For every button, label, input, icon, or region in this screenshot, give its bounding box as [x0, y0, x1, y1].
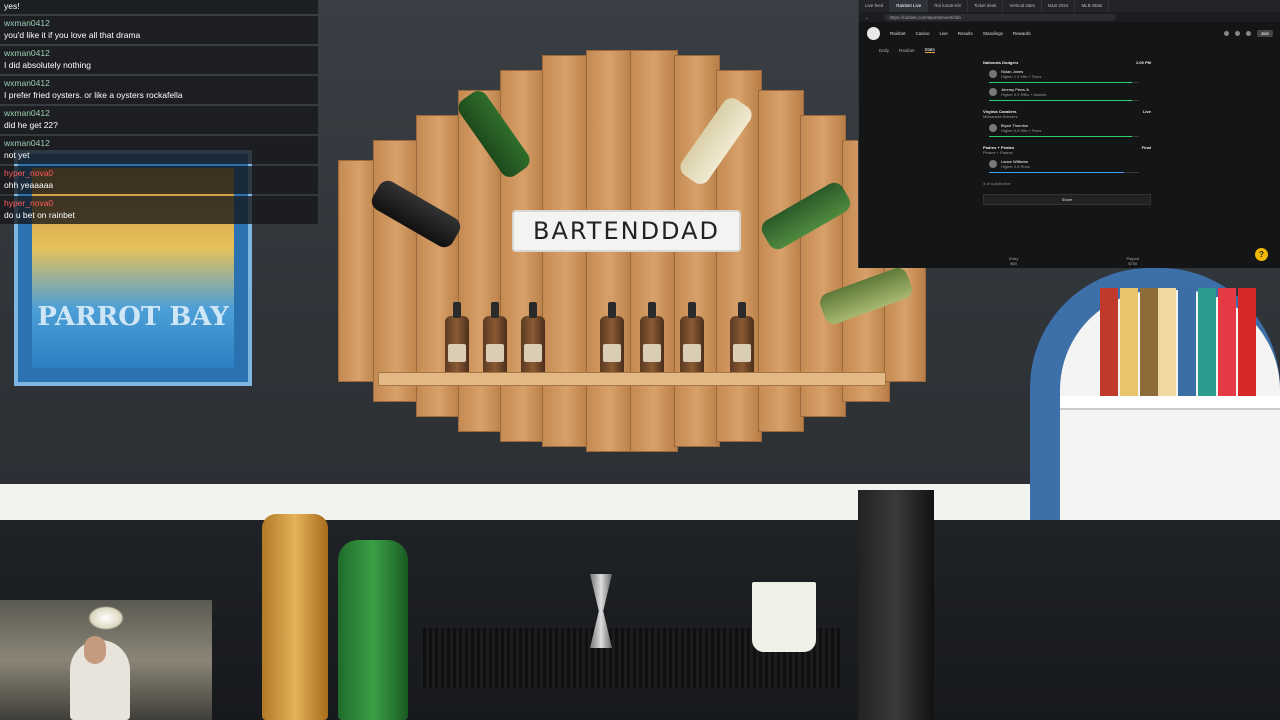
browser-tab-active[interactable]: Rainbet Live	[890, 0, 929, 12]
summary-value: $50	[1010, 261, 1018, 266]
subnav-item-active[interactable]: Stats	[924, 47, 935, 53]
player-avatar	[989, 124, 997, 132]
player-avatar	[989, 160, 997, 168]
chat-message: wxman0412 I prefer fried oysters. or lik…	[0, 76, 318, 104]
nav-item[interactable]: Standings	[983, 31, 1003, 36]
chat-message: hyper_nova0 ohh yeaaaaa	[0, 166, 318, 194]
chat-username: wxman0412	[4, 18, 50, 28]
chat-message: hyper_nova0 do u bet on rainbet	[0, 196, 318, 224]
group-title: Nationals Dodgers	[983, 60, 1019, 65]
progress-fill	[989, 100, 1132, 101]
chat-message-text: ohh yeaaaaa	[4, 180, 54, 190]
chat-message: wxman0412 did he get 22?	[0, 106, 318, 134]
chat-message-text: not yet	[4, 150, 30, 160]
progress-fill	[989, 172, 1124, 173]
progress-bar	[989, 136, 1139, 137]
browser-tab[interactable]: Live feed	[859, 0, 891, 12]
browser-tab[interactable]: Vertical stats	[1003, 0, 1042, 12]
player-pick: Higher 0.5 Runs	[1001, 164, 1030, 169]
whiskey-bottle	[262, 514, 328, 720]
player-avatar	[989, 70, 997, 78]
chat-message: wxman0412 you'd like it if you love all …	[0, 16, 318, 44]
player-pick: Higher 0.5 RBIs + Assists	[1001, 92, 1047, 97]
group-subtitle: Pirates + Padres	[983, 150, 1013, 155]
poster-text: PARROT BAY	[37, 302, 229, 332]
chat-message: wxman0412 not yet	[0, 136, 318, 164]
nav-item[interactable]: Live	[940, 31, 948, 36]
chat-username: wxman0412	[4, 78, 50, 88]
browser-window: Live feed Rainbet Live Roi lunati-Kiit T…	[858, 0, 1280, 268]
progress-bar	[989, 82, 1139, 83]
group-status: 1:00 PM	[1135, 60, 1151, 65]
chat-message-text: did he get 22?	[4, 120, 58, 130]
subnav-item[interactable]: Rainbet	[899, 48, 915, 53]
url-field[interactable]: https://rainbet.com/sports/event/mlb	[883, 13, 1116, 21]
nav-item[interactable]: Rewards	[1013, 31, 1031, 36]
streamer-head	[84, 636, 106, 664]
chat-message-text: I prefer fried oysters. or like a oyster…	[4, 90, 183, 100]
progress-bar	[989, 100, 1139, 101]
entry-summary: Entry $50 Payout $750	[1009, 256, 1139, 266]
player-row[interactable]: Lance Williams Higher 0.5 Runs	[989, 159, 1151, 169]
progress-bar	[989, 172, 1139, 173]
browser-tab[interactable]: MLB Stats	[1075, 0, 1110, 12]
glass-cup	[752, 582, 816, 652]
browser-tab[interactable]: Roi lunati-Kiit	[928, 0, 968, 12]
nav-item[interactable]: Results	[958, 31, 973, 36]
chat-message-text: do u bet on rainbet	[4, 210, 75, 220]
chat-username: wxman0412	[4, 138, 50, 148]
join-button[interactable]: Join	[1256, 29, 1273, 37]
settings-icon[interactable]	[1234, 30, 1240, 36]
progress-fill	[989, 136, 1132, 137]
chat-username: hyper_nova0	[4, 198, 54, 208]
player-pick: Higher 1.5 Hits + Runs	[1001, 74, 1042, 79]
picks-footnote: 4 of 4 picks live	[983, 181, 1011, 186]
nav-item[interactable]: Casino	[916, 31, 930, 36]
app-nav: Rainbet Casino Live Results Standings Re…	[859, 22, 1280, 44]
progress-fill	[989, 82, 1132, 83]
player-pick: Higher 0.5 Hits + Runs	[1001, 128, 1042, 133]
chat-message-text: yes!	[0, 0, 318, 14]
browser-tab[interactable]: Ticket desk	[968, 0, 1004, 12]
chat-message-text: I did absolutely nothing	[4, 60, 91, 70]
group-status: Final	[1141, 145, 1151, 150]
sub-nav: Daily Rainbet Stats	[859, 44, 1280, 56]
picks-panel: Nationals Dodgers 1:00 PM Nolan Jones High…	[983, 58, 1151, 205]
chat-username: wxman0412	[4, 48, 50, 58]
bottle-shelf	[378, 372, 886, 386]
group-status: Live	[1142, 109, 1151, 114]
summary-value: $750	[1128, 261, 1138, 266]
browser-tab[interactable]: MLB 2024	[1042, 0, 1076, 12]
notification-icon[interactable]	[1223, 30, 1229, 36]
profile-icon[interactable]	[1245, 30, 1251, 36]
back-icon[interactable]: ←	[865, 15, 870, 20]
webcam-overlay	[0, 600, 212, 720]
shaker	[858, 490, 934, 720]
green-bottle	[338, 540, 408, 720]
bartenddad-sign: BARTENDDAD	[512, 210, 741, 252]
player-avatar	[989, 88, 997, 96]
chat-username: hyper_nova0	[4, 168, 54, 178]
player-row[interactable]: Nolan Jones Higher 1.5 Hits + Runs	[989, 69, 1151, 79]
chat-message: wxman0412 I did absolutely nothing	[0, 46, 318, 74]
player-row[interactable]: Bryce Thornton Higher 0.5 Hits + Runs	[989, 123, 1151, 133]
player-row[interactable]: Jeremy Pena Jr. Higher 0.5 RBIs + Assists	[989, 87, 1151, 97]
address-bar: ← https://rainbet.com/sports/event/mlb	[859, 12, 1280, 22]
help-button[interactable]: ?	[1255, 248, 1268, 261]
share-button[interactable]: Share	[983, 194, 1151, 205]
chat-overlay: yes! wxman0412 you'd like it if you love…	[0, 0, 318, 226]
app-logo-icon[interactable]	[867, 26, 880, 40]
subnav-item[interactable]: Daily	[879, 48, 889, 53]
browser-tabs: Live feed Rainbet Live Roi lunati-Kiit T…	[859, 0, 1280, 12]
chat-message-text: you'd like it if you love all that drama	[4, 30, 141, 40]
group-subtitle: Milwaukee Brewers	[983, 114, 1018, 119]
nav-item[interactable]: Rainbet	[890, 31, 906, 36]
ceiling-light	[88, 606, 124, 630]
chat-username: wxman0412	[4, 108, 50, 118]
